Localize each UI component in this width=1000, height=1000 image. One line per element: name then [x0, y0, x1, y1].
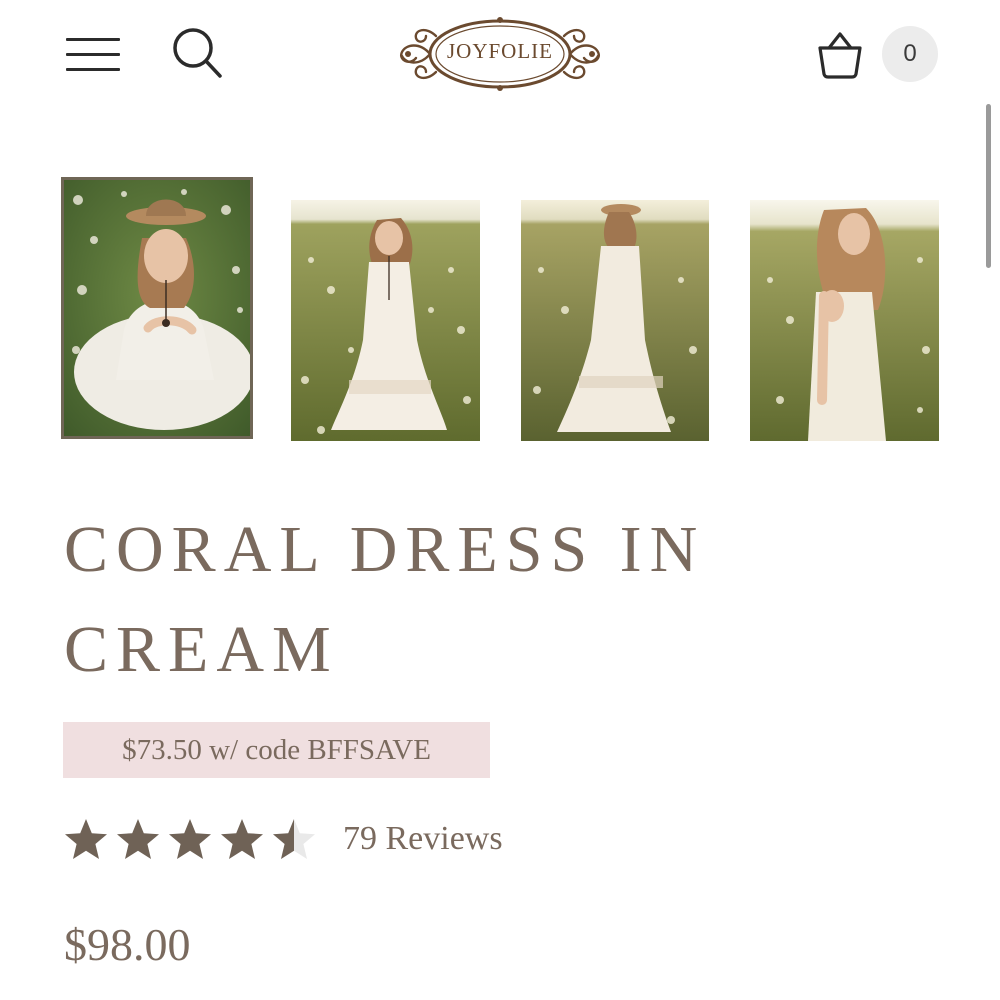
promo-text: $73.50 w/ code BFFSAVE: [122, 733, 431, 766]
product-title: CORAL DRESS IN CREAM: [64, 513, 706, 686]
thumbnail-1[interactable]: [61, 177, 253, 439]
star-half-icon: [273, 819, 315, 859]
scrollbar[interactable]: [986, 104, 991, 268]
rating-stars[interactable]: [62, 816, 322, 866]
model-standing-front-photo: [291, 200, 480, 441]
cart-count-badge[interactable]: 0: [882, 26, 938, 82]
brand-logo[interactable]: JOYFOLIE: [392, 14, 608, 94]
hamburger-menu-icon[interactable]: [66, 36, 120, 76]
basket-icon[interactable]: [814, 30, 866, 80]
product-page: JOYFOLIE 0 CORAL DRESS IN CREAM $73.50 w…: [0, 0, 1000, 1000]
logo-text: JOYFOLIE: [447, 39, 553, 63]
product-price: $98.00: [64, 919, 191, 970]
thumbnail-4[interactable]: [750, 200, 939, 441]
star-full-icon: [117, 819, 159, 859]
search-icon[interactable]: [170, 26, 224, 80]
reviews-link[interactable]: 79 Reviews: [343, 820, 503, 858]
star-full-icon: [221, 819, 263, 859]
star-full-icon: [169, 819, 211, 859]
thumbnail-2[interactable]: [291, 200, 480, 441]
model-side-profile-photo: [750, 200, 939, 441]
promo-code-badge: $73.50 w/ code BFFSAVE: [63, 722, 490, 778]
thumbnail-3[interactable]: [521, 200, 709, 441]
model-standing-back-with-hat-photo: [521, 200, 709, 441]
model-sitting-with-hat-photo: [64, 180, 250, 436]
star-full-icon: [65, 819, 107, 859]
